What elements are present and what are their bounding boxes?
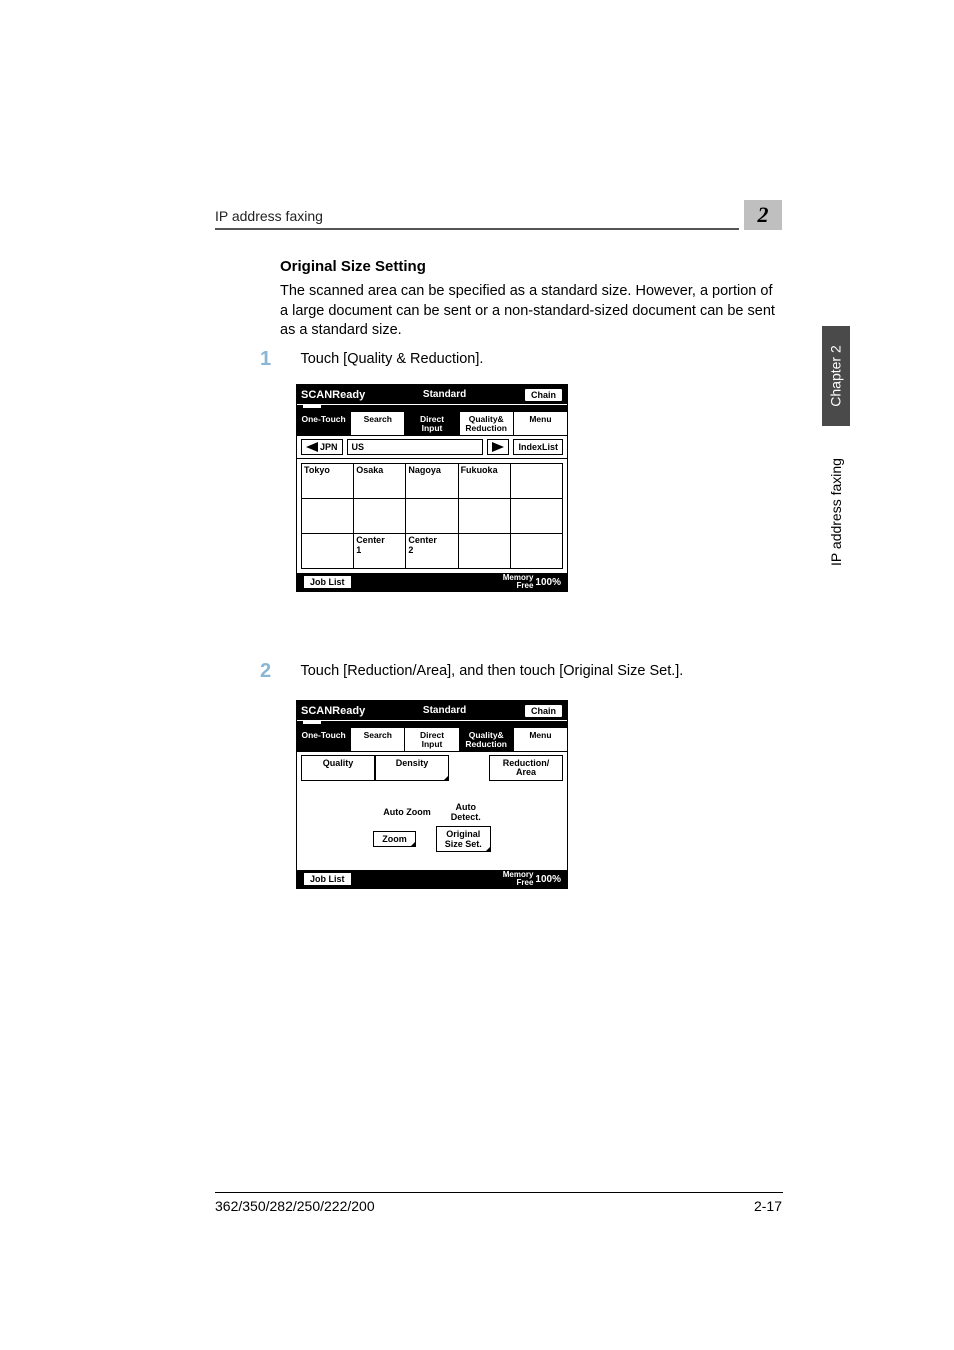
lcd1-tabs: One-Touch Search Direct Input Quality& R… bbox=[297, 411, 567, 435]
lcd2-reduction-area-button[interactable]: Reduction/ Area bbox=[489, 755, 563, 781]
lcd1-cell-nagoya[interactable]: Nagoya bbox=[406, 464, 458, 499]
lcd2-subtab-row: Quality Density Reduction/ Area bbox=[297, 752, 567, 784]
lcd1-next-button[interactable] bbox=[487, 439, 509, 455]
lcd1-prev-label: JPN bbox=[320, 442, 338, 452]
step-2-number: 2 bbox=[260, 660, 296, 683]
lcd1-tab-direct-input[interactable]: Direct Input bbox=[405, 412, 459, 435]
lcd1-tab-search[interactable]: Search bbox=[351, 412, 405, 435]
lcd1-memory-pct: 100% bbox=[535, 577, 561, 588]
lcd1-onetouch-grid: Tokyo Osaka Nagoya Fukuoka Center 1 C bbox=[297, 458, 567, 573]
lcd1-cell-center1[interactable]: Center 1 bbox=[354, 534, 406, 569]
footer-page-number: 2-17 bbox=[754, 1198, 782, 1214]
lcd1-cell-r1c2[interactable] bbox=[406, 499, 458, 534]
lcd2-tab-quality-reduction[interactable]: Quality& Reduction bbox=[460, 728, 514, 751]
lcd2-tabs: One-Touch Search Direct Input Quality& R… bbox=[297, 727, 567, 751]
header-rule bbox=[215, 228, 739, 230]
lcd2-chain-button[interactable]: Chain bbox=[524, 704, 563, 718]
lcd2-original-size-set-button[interactable]: Original Size Set. bbox=[436, 826, 491, 852]
arrow-left-icon bbox=[306, 442, 318, 452]
lcd1-joblist-button[interactable]: Job List bbox=[303, 575, 352, 589]
lcd1-cell-r1c4[interactable] bbox=[510, 499, 562, 534]
lcd1-cell-osaka[interactable]: Osaka bbox=[354, 464, 406, 499]
lcd2-joblist-button[interactable]: Job List bbox=[303, 872, 352, 886]
lcd1-bottombar: Job List Memory Free 100% bbox=[297, 573, 567, 591]
lcd1-cell-r2c4[interactable] bbox=[510, 534, 562, 569]
lcd1-topbar: SCANReady Standard Chain bbox=[297, 385, 567, 404]
lcd2-standard: Standard bbox=[423, 705, 466, 716]
lcd2-memory-pct: 100% bbox=[535, 874, 561, 885]
lcd1-cell-center2[interactable]: Center 2 bbox=[406, 534, 458, 569]
lcd2-center: Auto Zoom Auto Detect. Zoom Original Siz… bbox=[297, 802, 567, 856]
lcd1-cell-r1c3[interactable] bbox=[458, 499, 510, 534]
lcd1-tab-quality-reduction[interactable]: Quality& Reduction bbox=[460, 412, 514, 435]
lcd2-auto-zoom-label: Auto Zoom bbox=[383, 807, 431, 817]
lcd1-standard: Standard bbox=[423, 389, 466, 400]
lcd1-tab-menu[interactable]: Menu bbox=[514, 412, 567, 435]
lcd1-prev-button[interactable]: JPN bbox=[301, 439, 343, 455]
lcd1-tab-one-touch[interactable]: One-Touch bbox=[297, 412, 351, 435]
lcd2-ready: SCANReady bbox=[301, 705, 365, 717]
section-title: Original Size Setting bbox=[280, 258, 426, 275]
lcd1-cell-r1c1[interactable] bbox=[354, 499, 406, 534]
lcd1-memory-label: Memory Free bbox=[503, 574, 534, 590]
intro-paragraph: The scanned area can be specified as a s… bbox=[280, 282, 780, 341]
lcd-screenshot-2: SCANReady Standard Chain One-Touch Searc… bbox=[296, 700, 568, 889]
arrow-right-icon bbox=[492, 442, 504, 452]
lcd2-tab-direct-input[interactable]: Direct Input bbox=[405, 728, 459, 751]
lcd1-indexlist-button[interactable]: IndexList bbox=[513, 439, 563, 455]
lcd1-cell-r1c0[interactable] bbox=[302, 499, 354, 534]
side-topic-label: IP address faxing bbox=[822, 432, 850, 592]
chapter-number: 2 bbox=[758, 202, 769, 228]
lcd2-tab-search[interactable]: Search bbox=[351, 728, 405, 751]
lcd2-topbar: SCANReady Standard Chain bbox=[297, 701, 567, 720]
lcd1-ready: SCANReady bbox=[301, 389, 365, 401]
lcd2-tab-one-touch[interactable]: One-Touch bbox=[297, 728, 351, 751]
lcd1-cell-r2c3[interactable] bbox=[458, 534, 510, 569]
lcd1-cell-fukuoka[interactable]: Fukuoka bbox=[458, 464, 510, 499]
lcd1-current-index[interactable]: US bbox=[347, 439, 484, 455]
step-1-number: 1 bbox=[260, 348, 296, 371]
lcd2-auto-detect-label: Auto Detect. bbox=[451, 802, 481, 822]
lcd-screenshot-1: SCANReady Standard Chain One-Touch Searc… bbox=[296, 384, 568, 592]
lcd1-cell-tokyo[interactable]: Tokyo bbox=[302, 464, 354, 499]
lcd2-bottombar: Job List Memory Free 100% bbox=[297, 870, 567, 888]
lcd1-cell-r0c4[interactable] bbox=[510, 464, 562, 499]
step-2-text: Touch [Reduction/Area], and then touch [… bbox=[300, 660, 683, 679]
lcd1-chain-button[interactable]: Chain bbox=[524, 388, 563, 402]
chapter-badge: 2 bbox=[744, 200, 782, 230]
side-topic-text: IP address faxing bbox=[828, 458, 844, 566]
lcd2-memory-label: Memory Free bbox=[503, 871, 534, 887]
lcd1-cell-r2c0[interactable] bbox=[302, 534, 354, 569]
footer-model-numbers: 362/350/282/250/222/200 bbox=[215, 1198, 375, 1214]
step-1-text: Touch [Quality & Reduction]. bbox=[300, 348, 483, 367]
lcd2-body: Quality Density Reduction/ Area Auto Zoo… bbox=[297, 751, 567, 870]
lcd2-quality-button[interactable]: Quality bbox=[301, 755, 375, 781]
lcd2-tab-menu[interactable]: Menu bbox=[514, 728, 567, 751]
footer-rule bbox=[215, 1192, 783, 1193]
step-2: 2 Touch [Reduction/Area], and then touch… bbox=[260, 660, 780, 683]
lcd2-density-button[interactable]: Density bbox=[375, 755, 449, 781]
running-head: IP address faxing bbox=[215, 208, 323, 224]
side-chapter-tab: Chapter 2 bbox=[822, 326, 850, 426]
side-chapter-label: Chapter 2 bbox=[828, 345, 844, 406]
lcd2-zoom-button[interactable]: Zoom bbox=[373, 831, 416, 847]
step-1: 1 Touch [Quality & Reduction]. bbox=[260, 348, 780, 371]
lcd1-index-row: JPN US IndexList bbox=[297, 435, 567, 458]
